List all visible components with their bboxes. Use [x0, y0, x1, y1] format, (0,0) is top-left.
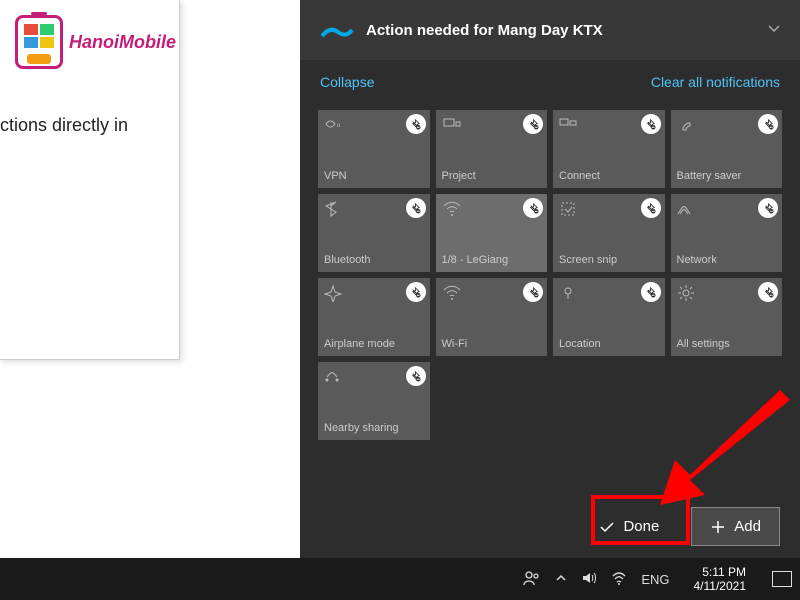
- tile-label: Connect: [559, 170, 659, 182]
- action-center-tray-icon[interactable]: [772, 571, 792, 587]
- tile-snip[interactable]: Screen snip: [553, 194, 665, 272]
- tile-battery[interactable]: Battery saver: [671, 110, 783, 188]
- tile-label: Wi-Fi: [442, 338, 542, 350]
- tile-label: Network: [677, 254, 777, 266]
- tile-location[interactable]: Location: [553, 278, 665, 356]
- action-links-row: Collapse Clear all notifications: [300, 60, 800, 104]
- logo-text: HanoiMobile: [69, 32, 176, 53]
- unpin-icon[interactable]: [523, 198, 543, 218]
- edit-actions-row: Done Add: [581, 507, 780, 546]
- done-button[interactable]: Done: [581, 508, 677, 545]
- add-label: Add: [734, 518, 761, 535]
- tile-wifi[interactable]: 1/8 - LeGiang: [436, 194, 548, 272]
- done-label: Done: [623, 518, 659, 535]
- check-icon: [599, 519, 615, 535]
- tile-label: Screen snip: [559, 254, 659, 266]
- tile-network[interactable]: Network: [671, 194, 783, 272]
- add-button[interactable]: Add: [691, 507, 780, 546]
- unpin-icon[interactable]: [523, 114, 543, 134]
- time-text: 5:11 PM: [694, 565, 747, 579]
- tile-label: Location: [559, 338, 659, 350]
- notification-title: Action needed for Mang Day KTX: [366, 22, 766, 39]
- tile-wifi[interactable]: Wi-Fi: [436, 278, 548, 356]
- people-icon[interactable]: [523, 569, 541, 590]
- tile-share[interactable]: Nearby sharing: [318, 362, 430, 440]
- tile-bluetooth[interactable]: Bluetooth: [318, 194, 430, 272]
- action-center-panel: Action needed for Mang Day KTX Collapse …: [300, 0, 800, 558]
- unpin-icon[interactable]: [641, 198, 661, 218]
- tile-label: Nearby sharing: [324, 422, 424, 434]
- chevron-up-icon[interactable]: [555, 572, 567, 587]
- unpin-icon[interactable]: [406, 198, 426, 218]
- logo-phone-icon: [15, 15, 63, 69]
- taskbar: ENG 5:11 PM 4/11/2021: [0, 558, 800, 600]
- svg-text:o: o: [337, 123, 341, 129]
- chevron-down-icon[interactable]: [766, 20, 782, 41]
- tile-airplane[interactable]: Airplane mode: [318, 278, 430, 356]
- plus-icon: [710, 519, 726, 535]
- date-text: 4/11/2021: [694, 579, 747, 593]
- unpin-icon[interactable]: [406, 366, 426, 386]
- unpin-icon[interactable]: [641, 282, 661, 302]
- tile-project[interactable]: Project: [436, 110, 548, 188]
- unpin-icon[interactable]: [523, 282, 543, 302]
- clear-all-link[interactable]: Clear all notifications: [651, 74, 780, 90]
- unpin-icon[interactable]: [641, 114, 661, 134]
- wifi-tray-icon[interactable]: [611, 570, 627, 589]
- system-tray: ENG 5:11 PM 4/11/2021: [523, 565, 792, 594]
- background-text: ctions directly in: [0, 115, 128, 136]
- tile-label: Battery saver: [677, 170, 777, 182]
- tile-connect[interactable]: Connect: [553, 110, 665, 188]
- language-indicator[interactable]: ENG: [641, 572, 669, 587]
- unpin-icon[interactable]: [758, 198, 778, 218]
- tile-settings[interactable]: All settings: [671, 278, 783, 356]
- tile-label: Airplane mode: [324, 338, 424, 350]
- volume-icon[interactable]: [581, 570, 597, 589]
- tile-label: VPN: [324, 170, 424, 182]
- unpin-icon[interactable]: [758, 114, 778, 134]
- tile-label: 1/8 - LeGiang: [442, 254, 542, 266]
- tile-label: Bluetooth: [324, 254, 424, 266]
- notification-header[interactable]: Action needed for Mang Day KTX: [300, 0, 800, 60]
- unpin-icon[interactable]: [758, 282, 778, 302]
- tile-vpn[interactable]: o VPN: [318, 110, 430, 188]
- unpin-icon[interactable]: [406, 282, 426, 302]
- collapse-link[interactable]: Collapse: [320, 74, 374, 90]
- app-icon: [318, 12, 354, 48]
- quick-action-tiles: o VPN Project Connect Battery saver: [300, 104, 800, 446]
- tile-label: All settings: [677, 338, 777, 350]
- tile-label: Project: [442, 170, 542, 182]
- clock[interactable]: 5:11 PM 4/11/2021: [694, 565, 747, 594]
- watermark-logo: HanoiMobile: [15, 15, 176, 69]
- unpin-icon[interactable]: [406, 114, 426, 134]
